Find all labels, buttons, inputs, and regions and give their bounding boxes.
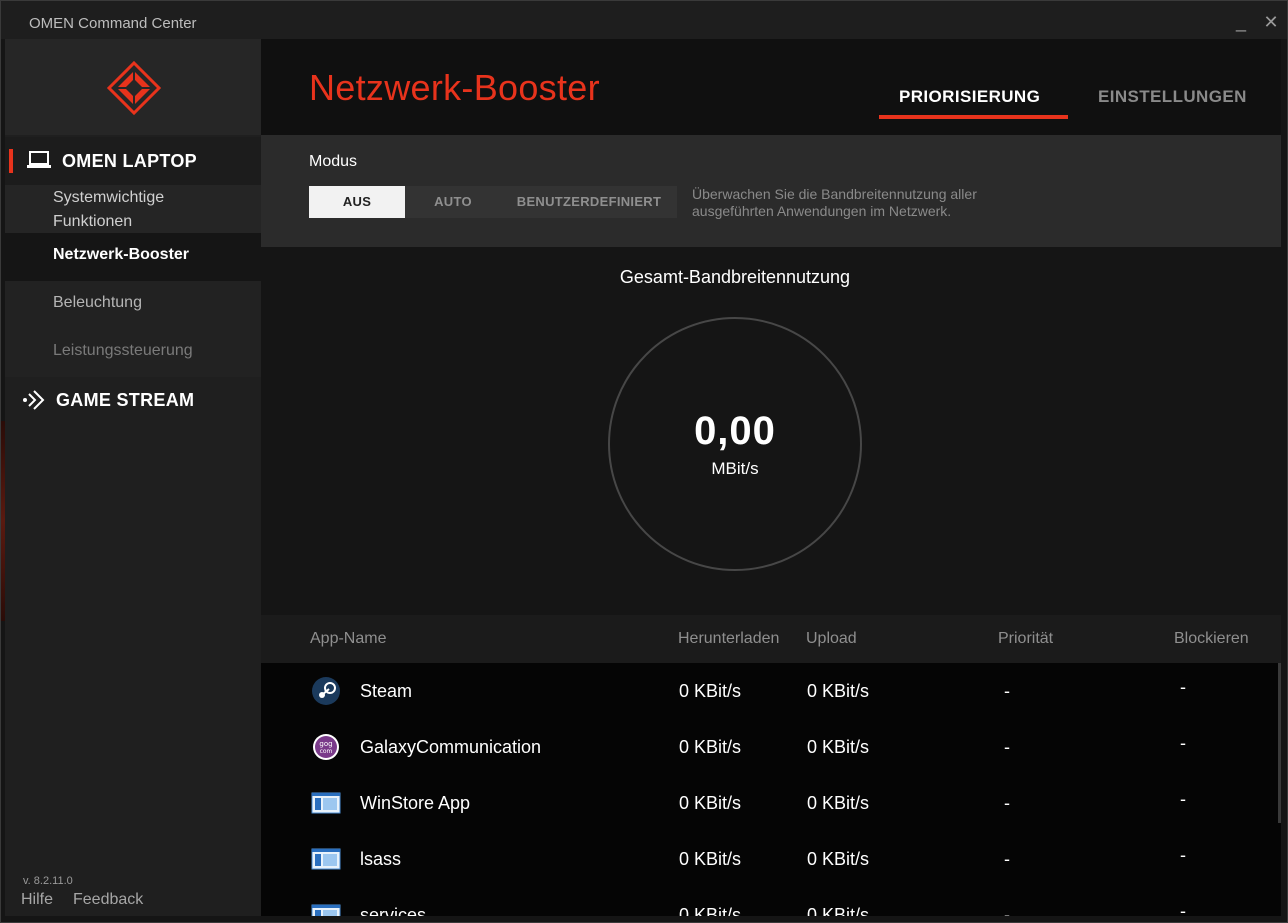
app-name: Steam (360, 681, 413, 701)
sidebar-item-label: Netzwerk-Booster (53, 246, 190, 263)
mode-label: Modus (309, 153, 358, 170)
priority-value[interactable]: - (1004, 681, 1010, 702)
gauge-value: 0,00 (694, 409, 776, 453)
nav-section-omen-laptop[interactable]: OMEN LAPTOP (5, 137, 261, 185)
column-header-app-name[interactable]: App-Name (310, 630, 386, 648)
omen-logo-icon (107, 61, 161, 115)
active-tab-underline (879, 115, 1068, 119)
app-name: services (360, 905, 427, 916)
column-header-download[interactable]: Herunterladen (678, 630, 779, 648)
logo-area (5, 39, 261, 135)
nav-section-label: GAME STREAM (56, 390, 195, 410)
download-value: 0 KBit/s (679, 793, 742, 813)
laptop-icon (27, 151, 51, 168)
mode-bar: Modus AUS AUTO BENUTZERDEFINIERT Überwac… (261, 135, 1281, 247)
column-header-priority[interactable]: Priorität (998, 630, 1053, 648)
download-value: 0 KBit/s (679, 905, 742, 916)
block-value[interactable]: - (1180, 789, 1186, 810)
version-text: v. 8.2.11.0 (23, 875, 73, 887)
window-title: OMEN Command Center (29, 15, 197, 32)
upload-value: 0 KBit/s (807, 737, 870, 757)
download-value: 0 KBit/s (679, 849, 742, 869)
app-window: OMEN Command Center _ ✕ OMEN LAPTOP Syst… (0, 0, 1288, 923)
gog-icon: gog com (313, 734, 339, 760)
gauge-title: Gesamt-Bandbreitennutzung (619, 267, 851, 287)
upload-value: 0 KBit/s (807, 793, 870, 813)
priority-value[interactable]: - (1004, 905, 1010, 916)
upload-value: 0 KBit/s (807, 681, 870, 701)
page-title: Netzwerk-Booster (309, 67, 600, 108)
priority-value[interactable]: - (1004, 793, 1010, 814)
table-row[interactable]: WinStore App 0 KBit/s 0 KBit/s - - (261, 775, 1281, 831)
table-row[interactable]: lsass 0 KBit/s 0 KBit/s - - (261, 831, 1281, 887)
title-bar: OMEN Command Center _ ✕ (1, 1, 1287, 39)
priority-value[interactable]: - (1004, 737, 1010, 758)
window-app-icon (311, 848, 341, 870)
close-icon[interactable]: ✕ (1262, 13, 1280, 31)
app-name: WinStore App (360, 793, 471, 813)
active-indicator (9, 149, 13, 173)
column-header-upload[interactable]: Upload (806, 630, 857, 648)
game-stream-icon (23, 390, 45, 410)
sidebar-item-systemwichtige-funktionen[interactable]: Systemwichtige Funktionen (5, 185, 261, 233)
sidebar-item-label: Leistungssteuerung (53, 342, 193, 359)
svg-text:com: com (320, 748, 333, 755)
sidebar-item-label: Systemwichtige Funktionen (53, 189, 165, 230)
table-row[interactable]: Steam 0 KBit/s 0 KBit/s - - (261, 663, 1281, 719)
mode-description: Überwachen Sie die Bandbreitennutzung al… (692, 186, 977, 219)
app-name: GalaxyCommunication (360, 737, 542, 757)
tab-einstellungen[interactable]: EINSTELLUNGEN (1098, 87, 1247, 107)
upload-value: 0 KBit/s (807, 905, 870, 916)
block-value[interactable]: - (1180, 677, 1186, 698)
feedback-link[interactable]: Feedback (73, 891, 143, 909)
sidebar-item-label: Beleuchtung (53, 294, 142, 311)
block-value[interactable]: - (1180, 901, 1186, 916)
block-value[interactable]: - (1180, 733, 1186, 754)
priority-value[interactable]: - (1004, 849, 1010, 870)
nav-section-game-stream[interactable]: GAME STREAM (5, 377, 261, 421)
sidebar-item-beleuchtung[interactable]: Beleuchtung (5, 281, 261, 329)
app-table: Steam 0 KBit/s 0 KBit/s - - gog com Gala… (261, 663, 1281, 916)
minimize-icon[interactable]: _ (1232, 13, 1250, 31)
table-header: App-Name Herunterladen Upload Priorität … (261, 615, 1281, 663)
nav-section-label: OMEN LAPTOP (62, 151, 197, 171)
sidebar: OMEN LAPTOP Systemwichtige Funktionen Ne… (5, 39, 261, 916)
gauge-unit: MBit/s (711, 459, 759, 478)
mode-option-benutzerdefiniert[interactable]: BENUTZERDEFINIERT (501, 186, 677, 218)
download-value: 0 KBit/s (679, 737, 742, 757)
window-app-icon (311, 904, 341, 916)
block-value[interactable]: - (1180, 845, 1186, 866)
mode-option-aus[interactable]: AUS (309, 186, 405, 218)
download-value: 0 KBit/s (679, 681, 742, 701)
sidebar-item-netzwerk-booster[interactable]: Netzwerk-Booster (5, 233, 261, 281)
table-scrollbar[interactable] (1278, 663, 1281, 823)
table-row[interactable]: gog com GalaxyCommunication 0 KBit/s 0 K… (261, 719, 1281, 775)
help-link[interactable]: Hilfe (21, 891, 53, 909)
svg-text:gog: gog (319, 740, 332, 748)
steam-icon (312, 677, 340, 705)
table-row[interactable]: services 0 KBit/s 0 KBit/s - - (261, 887, 1281, 916)
mode-option-auto[interactable]: AUTO (405, 186, 501, 218)
tab-priorisierung[interactable]: PRIORISIERUNG (899, 87, 1040, 107)
app-name: lsass (360, 849, 402, 869)
sidebar-item-leistungssteuerung[interactable]: Leistungssteuerung (5, 329, 261, 377)
page-header: Netzwerk-Booster PRIORISIERUNG EINSTELLU… (261, 39, 1281, 135)
window-app-icon (311, 792, 341, 814)
main-content: Netzwerk-Booster PRIORISIERUNG EINSTELLU… (261, 39, 1281, 916)
upload-value: 0 KBit/s (807, 849, 870, 869)
column-header-block[interactable]: Blockieren (1174, 630, 1249, 648)
